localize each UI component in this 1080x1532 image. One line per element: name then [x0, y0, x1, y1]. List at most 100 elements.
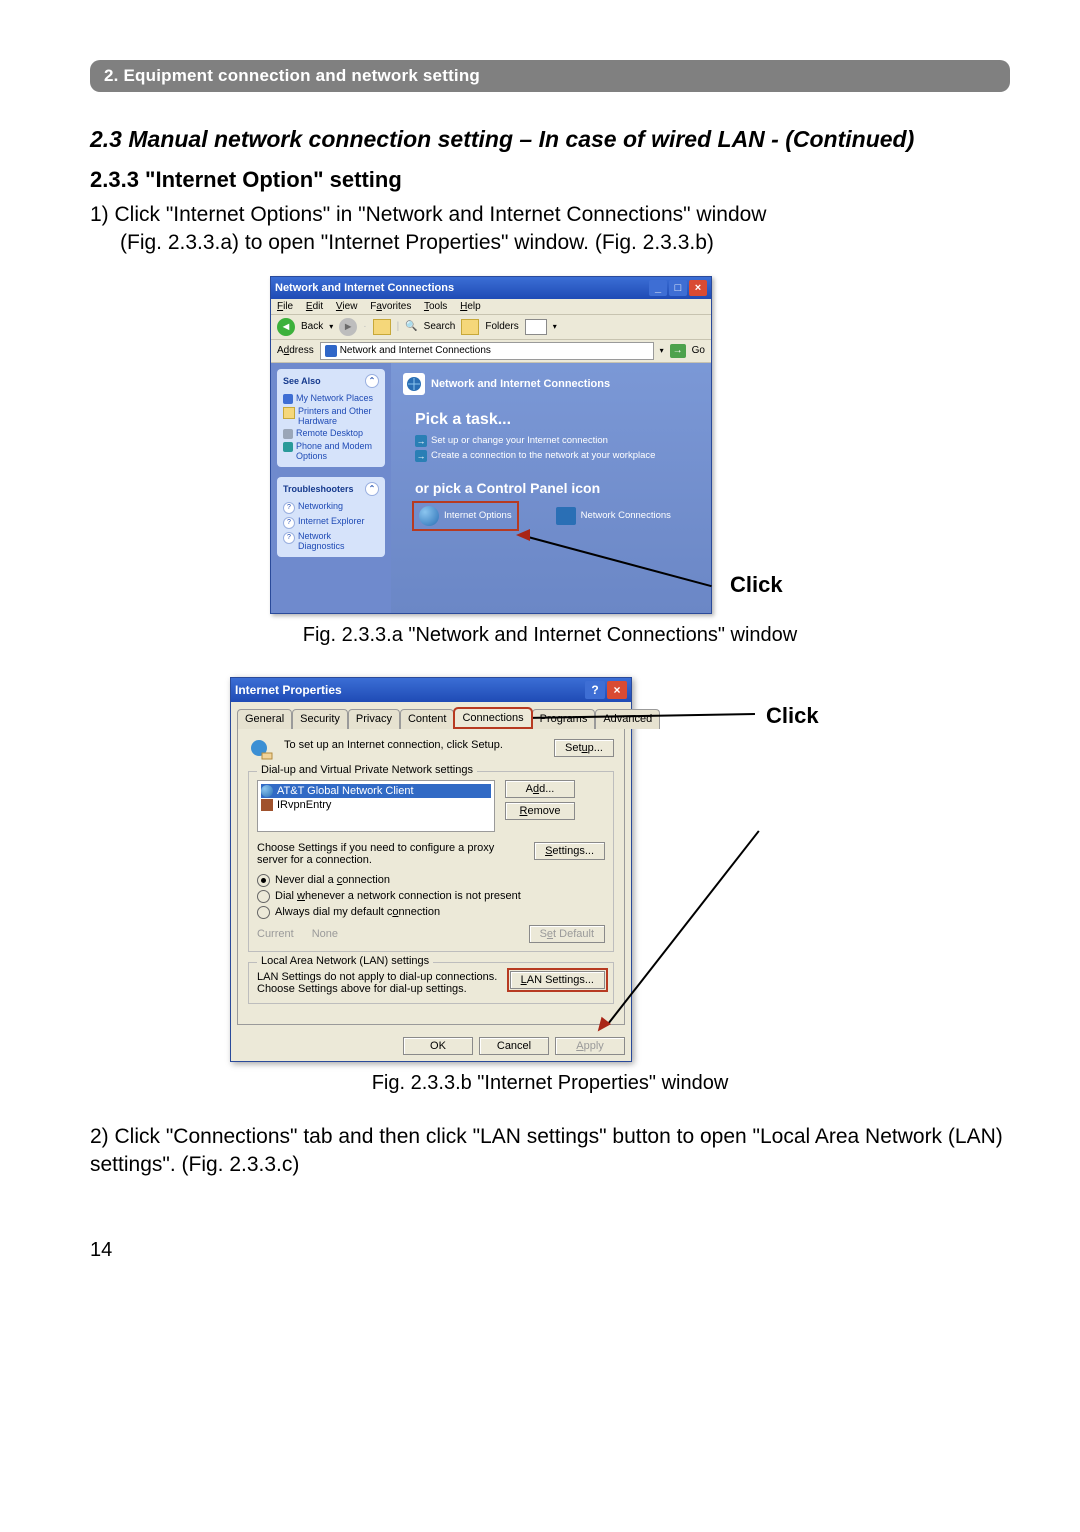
cp-network-connections-label: Network Connections	[581, 510, 671, 521]
connection-icon	[261, 785, 273, 797]
sidebar-item-remote-desktop[interactable]: Remote Desktop	[283, 427, 379, 440]
radio-icon	[257, 890, 270, 903]
folders-icon[interactable]	[461, 319, 479, 335]
task-setup-internet[interactable]: →Set up or change your Internet connecti…	[415, 435, 699, 447]
sidebar-item-printers[interactable]: Printers and Other Hardware	[283, 405, 379, 427]
category-title: Network and Internet Connections	[431, 378, 610, 390]
help-button[interactable]: ?	[585, 681, 605, 699]
connection-icon	[261, 799, 273, 811]
forward-icon: ►	[339, 318, 357, 336]
main-panel: Network and Internet Connections Pick a …	[391, 363, 711, 613]
sidebar-item-my-network-places[interactable]: My Network Places	[283, 392, 379, 405]
minimize-button[interactable]: _	[649, 280, 667, 296]
step-1-line2: (Fig. 2.3.3.a) to open "Internet Propert…	[90, 229, 1010, 257]
side-panel: See Also ⌃ My Network Places Printers an…	[271, 363, 391, 613]
maximize-button[interactable]: □	[669, 280, 687, 296]
settings-button[interactable]: Settings...	[534, 842, 605, 860]
sidebar-item-networking[interactable]: ?Networking	[283, 500, 379, 515]
menu-help[interactable]: Help	[460, 301, 481, 312]
views-button[interactable]	[525, 319, 547, 335]
lan-settings-button[interactable]: LAN Settings...	[510, 971, 605, 989]
close-button[interactable]: ×	[689, 280, 707, 296]
collapse-icon[interactable]: ⌃	[365, 374, 379, 388]
cp-internet-options-label: Internet Options	[444, 510, 512, 521]
close-button[interactable]: ×	[607, 681, 627, 699]
cancel-button[interactable]: Cancel	[479, 1037, 549, 1055]
go-button[interactable]: →	[670, 344, 686, 358]
back-label[interactable]: Back	[301, 321, 323, 332]
list-item[interactable]: AT&T Global Network Client	[261, 784, 491, 798]
back-icon[interactable]: ◄	[277, 318, 295, 336]
remove-button[interactable]: Remove	[505, 802, 575, 820]
window-title: Network and Internet Connections	[275, 282, 454, 294]
setup-text: To set up an Internet connection, click …	[284, 739, 546, 751]
collapse-icon[interactable]: ⌃	[365, 482, 379, 496]
list-item[interactable]: IRvpnEntry	[261, 798, 491, 812]
group-lan: Local Area Network (LAN) settings LAN Se…	[248, 962, 614, 1004]
panel-see-also: See Also ⌃ My Network Places Printers an…	[277, 369, 385, 467]
task-create-connection[interactable]: →Create a connection to the network at y…	[415, 450, 699, 462]
pick-icon-heading: or pick a Control Panel icon	[415, 480, 699, 496]
tab-connections[interactable]: Connections	[454, 708, 531, 728]
window-title-bar: Network and Internet Connections _ □ ×	[271, 277, 711, 299]
menu-bar[interactable]: File Edit View Favorites Tools Help	[271, 299, 711, 315]
menu-view[interactable]: View	[336, 301, 358, 312]
tab-general[interactable]: General	[237, 709, 292, 729]
annotation-click: Click	[766, 703, 819, 729]
tab-advanced[interactable]: Advanced	[595, 709, 660, 729]
category-icon	[403, 373, 425, 395]
current-value: None	[312, 928, 338, 940]
page-number: 14	[90, 1239, 1010, 1262]
setup-button[interactable]: Setup...	[554, 739, 614, 757]
step-1-line1: 1) Click "Internet Options" in "Network …	[90, 203, 766, 226]
figure-b-caption: Fig. 2.3.3.b "Internet Properties" windo…	[372, 1072, 729, 1095]
dialog-internet-properties: Internet Properties ? × General Security…	[230, 677, 632, 1062]
tab-security[interactable]: Security	[292, 709, 348, 729]
setup-icon	[248, 739, 276, 763]
step-1-text: 1) Click "Internet Options" in "Network …	[90, 201, 1010, 258]
group-dialup-vpn: Dial-up and Virtual Private Network sett…	[248, 771, 614, 952]
tab-privacy[interactable]: Privacy	[348, 709, 400, 729]
radio-never-dial[interactable]: Never dial a connection	[257, 874, 605, 887]
figure-b: Internet Properties ? × General Security…	[230, 677, 870, 1062]
current-label: Current	[257, 928, 294, 940]
controlpanel-icon	[325, 345, 337, 357]
folders-label[interactable]: Folders	[485, 321, 518, 332]
internet-options-icon	[419, 506, 439, 526]
panel-troubleshooters-title: Troubleshooters	[283, 484, 354, 494]
connection-listbox[interactable]: AT&T Global Network Client IRvpnEntry	[257, 780, 495, 832]
address-input[interactable]: Network and Internet Connections	[320, 342, 654, 360]
search-label[interactable]: Search	[424, 321, 456, 332]
apply-button: Apply	[555, 1037, 625, 1055]
pick-task-heading: Pick a task...	[415, 411, 699, 429]
address-value: Network and Internet Connections	[340, 345, 491, 356]
panel-troubleshooters: Troubleshooters ⌃ ?Networking ?Internet …	[277, 477, 385, 557]
radio-always-dial[interactable]: Always dial my default connection	[257, 906, 605, 919]
radio-icon	[257, 874, 270, 887]
radio-icon	[257, 906, 270, 919]
section-heading: 2.3 Manual network connection setting – …	[90, 126, 1010, 153]
up-folder-icon[interactable]	[373, 319, 391, 335]
lan-text: LAN Settings do not apply to dial-up con…	[257, 971, 502, 995]
menu-tools[interactable]: Tools	[424, 301, 447, 312]
add-button[interactable]: Add...	[505, 780, 575, 798]
sidebar-item-ie[interactable]: ?Internet Explorer	[283, 515, 379, 530]
chapter-bar: 2. Equipment connection and network sett…	[90, 60, 1010, 92]
panel-see-also-title: See Also	[283, 376, 321, 386]
annotation-click: Click	[730, 572, 783, 598]
figure-a: Network and Internet Connections _ □ × F…	[270, 276, 830, 614]
menu-favorites[interactable]: Favorites	[370, 301, 411, 312]
sidebar-item-phone-modem[interactable]: Phone and Modem Options	[283, 440, 379, 462]
step-2-text: 2) Click "Connections" tab and then clic…	[90, 1123, 1010, 1180]
tab-content[interactable]: Content	[400, 709, 455, 729]
radio-dial-when-absent[interactable]: Dial whenever a network connection is no…	[257, 890, 605, 903]
ok-button[interactable]: OK	[403, 1037, 473, 1055]
figure-a-caption: Fig. 2.3.3.a "Network and Internet Conne…	[303, 624, 797, 647]
sidebar-item-network-diag[interactable]: ?Network Diagnostics	[283, 530, 379, 552]
proxy-settings-text: Choose Settings if you need to configure…	[257, 842, 526, 866]
cp-internet-options[interactable]: Internet Options	[415, 504, 516, 528]
menu-edit[interactable]: Edit	[306, 301, 323, 312]
cp-network-connections[interactable]: Network Connections	[556, 504, 671, 528]
go-label: Go	[692, 345, 705, 356]
menu-file[interactable]: File	[277, 301, 293, 312]
